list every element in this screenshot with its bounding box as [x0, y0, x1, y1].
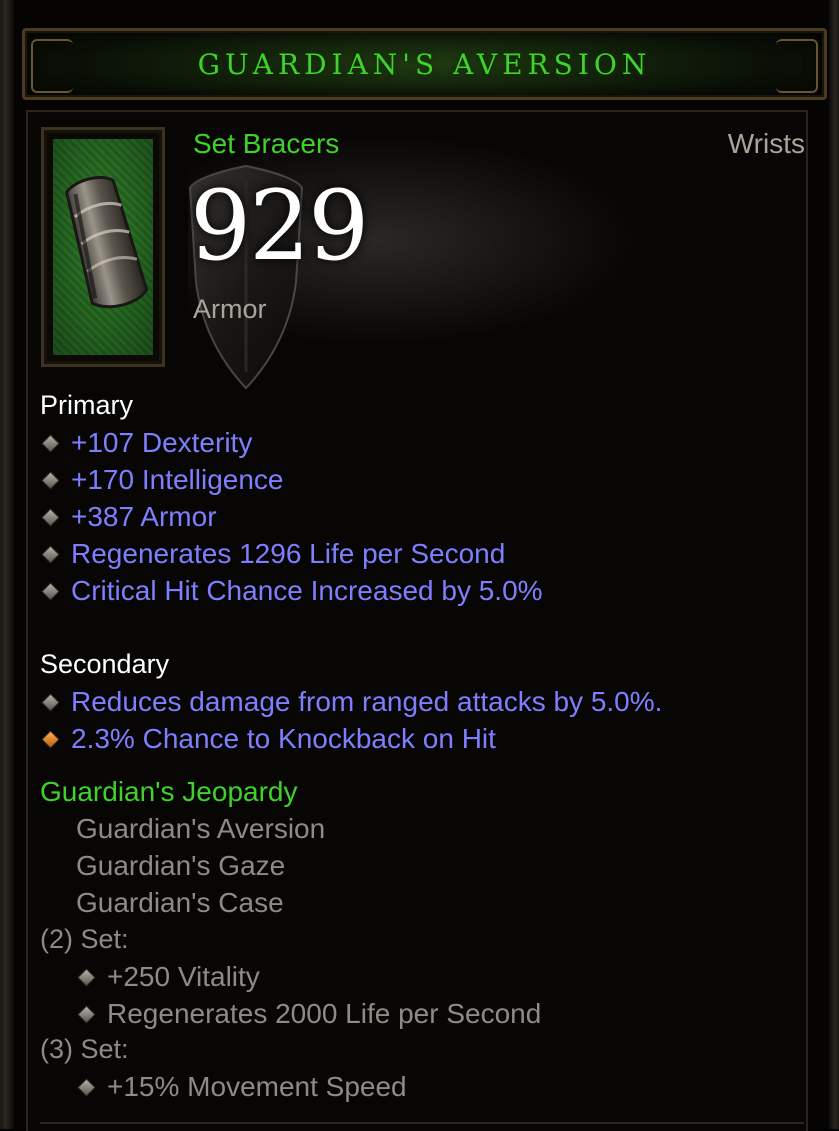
secondary-stat-text: 2.3% Chance to Knockback on Hit — [71, 723, 496, 754]
orange-diamond-bullet-icon — [42, 731, 59, 747]
set-piece: Guardian's Aversion — [76, 813, 326, 844]
primary-stat: +387 Armor — [40, 500, 217, 534]
set-bonus-stat: +15% Movement Speed — [76, 1070, 407, 1104]
secondary-stat-text: Reduces damage from ranged attacks by 5.… — [71, 686, 663, 717]
diamond-bullet-icon — [42, 435, 59, 451]
set-bonus-stat: +250 Vitality — [76, 960, 260, 994]
primary-stat: Critical Hit Chance Increased by 5.0% — [40, 574, 543, 608]
primary-stat-text: +170 Intelligence — [71, 464, 284, 495]
set-bonus-text: +250 Vitality — [107, 961, 260, 992]
item-name-title: GUARDIAN'S AVERSION — [197, 47, 652, 81]
primary-stat-text: Critical Hit Chance Increased by 5.0% — [71, 575, 543, 606]
item-tooltip: GUARDIAN'S AVERSION Set Bracers Wrists 9… — [0, 0, 839, 1131]
secondary-stat: 2.3% Chance to Knockback on Hit — [40, 722, 496, 756]
diamond-bullet-icon — [78, 969, 95, 985]
item-icon-slot[interactable] — [41, 127, 165, 367]
secondary-heading: Secondary — [40, 649, 170, 679]
diamond-bullet-icon — [42, 694, 59, 710]
title-banner: GUARDIAN'S AVERSION — [22, 28, 827, 100]
primary-stat: +107 Dexterity — [40, 426, 252, 460]
left-border — [0, 0, 14, 1129]
item-slot: Wrists — [727, 128, 805, 159]
primary-stat-text: Regenerates 1296 Life per Second — [71, 538, 506, 569]
diamond-bullet-icon — [78, 1079, 95, 1095]
diamond-bullet-icon — [42, 546, 59, 562]
icon-background — [53, 139, 153, 355]
primary-stat-text: +387 Armor — [71, 501, 217, 532]
primary-stat: Regenerates 1296 Life per Second — [40, 537, 505, 571]
armor-value: 929 — [190, 170, 369, 282]
set-bonus-stat: Regenerates 2000 Life per Second — [76, 997, 541, 1031]
set-bonus-3-label: (3) Set: — [40, 1034, 129, 1064]
primary-heading: Primary — [40, 390, 133, 420]
set-name: Guardian's Jeopardy — [40, 776, 298, 807]
set-bonus-text: +15% Movement Speed — [107, 1071, 407, 1102]
set-bonus-2-label: (2) Set: — [40, 924, 129, 954]
primary-stat-text: +107 Dexterity — [71, 427, 253, 458]
right-border — [829, 0, 839, 1129]
diamond-bullet-icon — [42, 472, 59, 488]
diamond-bullet-icon — [42, 509, 59, 525]
diamond-bullet-icon — [42, 583, 59, 599]
armor-label: Armor — [193, 294, 267, 324]
bottom-divider — [40, 1122, 804, 1124]
set-piece: Guardian's Gaze — [76, 850, 286, 881]
secondary-stat: Reduces damage from ranged attacks by 5.… — [40, 685, 662, 719]
item-type: Set Bracers — [193, 128, 340, 159]
diamond-bullet-icon — [78, 1006, 95, 1022]
bracers-icon — [65, 176, 149, 309]
set-bonus-text: Regenerates 2000 Life per Second — [107, 998, 542, 1029]
set-piece: Guardian's Case — [76, 887, 284, 918]
primary-stat: +170 Intelligence — [40, 463, 284, 497]
